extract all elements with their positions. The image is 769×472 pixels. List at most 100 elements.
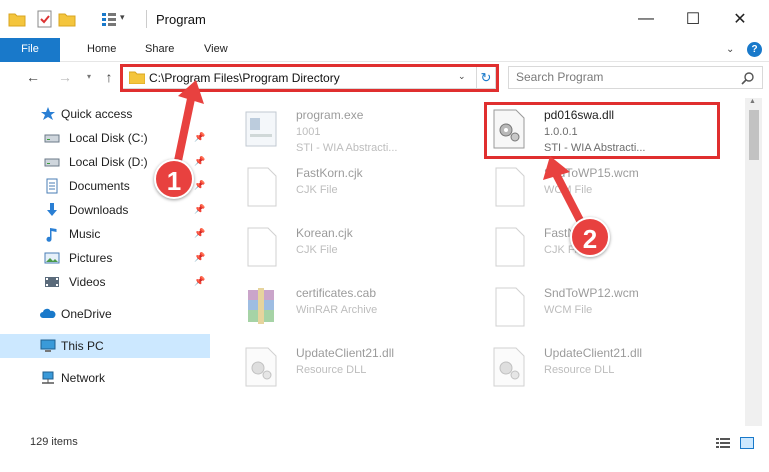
- sidebar-item-quick-access[interactable]: Quick access: [0, 102, 210, 126]
- file-name: UpdateClient21.dll: [296, 346, 395, 360]
- file-item-program-exe[interactable]: program.exe 1001 STI - WIA Abstracti...: [238, 104, 478, 158]
- winrar-icon: [248, 288, 274, 324]
- file-name: program.exe: [296, 108, 364, 122]
- file-item-certificates-cab[interactable]: certificates.cab WinRAR Archive: [238, 282, 478, 336]
- customize-toolbar-icon[interactable]: [100, 10, 118, 28]
- file-description: STI - WIA Abstracti...: [296, 142, 398, 154]
- address-dropdown-icon[interactable]: ⌄: [458, 71, 466, 82]
- expand-ribbon-icon[interactable]: ⌄: [726, 44, 734, 55]
- new-folder-icon[interactable]: [58, 10, 76, 28]
- file-list: program.exe 1001 STI - WIA Abstracti... …: [218, 98, 744, 426]
- sidebar-item-label: Downloads: [69, 203, 129, 217]
- computer-icon: [40, 339, 56, 352]
- forward-arrow-icon[interactable]: →: [56, 68, 74, 86]
- help-icon[interactable]: ?: [747, 42, 762, 57]
- sidebar-item-downloads[interactable]: Downloads 📌: [0, 198, 210, 222]
- tab-share[interactable]: Share: [145, 38, 174, 62]
- pin-icon[interactable]: 📌: [194, 204, 205, 216]
- dll-gear-icon: [493, 109, 525, 149]
- maximize-button[interactable]: ☐: [670, 0, 716, 38]
- sidebar-item-label: Network: [61, 371, 106, 385]
- pin-icon[interactable]: 📌: [194, 132, 205, 144]
- sidebar-item-label: Local Disk (D:): [69, 155, 148, 169]
- file-icon: [247, 167, 277, 207]
- sidebar-item-pictures[interactable]: Pictures 📌: [0, 246, 210, 270]
- videos-icon: [45, 277, 59, 287]
- file-name: SndToWP15.wcm: [544, 166, 639, 180]
- sidebar-item-videos[interactable]: Videos 📌: [0, 270, 210, 294]
- file-type: Resource DLL: [296, 364, 367, 376]
- network-icon: [42, 371, 54, 384]
- pin-icon[interactable]: 📌: [194, 156, 205, 168]
- sidebar-item-label: Local Disk (C:): [69, 131, 148, 145]
- file-type: CJK File: [296, 244, 338, 256]
- up-arrow-icon[interactable]: ↑: [100, 68, 118, 86]
- file-item-sndtowp12-wcm[interactable]: SndToWP12.wcm WCM File: [486, 282, 726, 336]
- tiles-view-icon[interactable]: [740, 437, 754, 449]
- tab-file[interactable]: File: [0, 38, 60, 62]
- sidebar-item-local-disk-c[interactable]: Local Disk (C:) 📌: [0, 126, 210, 150]
- recent-locations-icon[interactable]: ▾: [80, 68, 98, 86]
- pin-icon[interactable]: 📌: [194, 228, 205, 240]
- pin-icon[interactable]: 📌: [194, 252, 205, 264]
- scroll-up-icon[interactable]: ▲: [749, 98, 756, 105]
- sidebar-item-onedrive[interactable]: OneDrive: [0, 302, 210, 326]
- sidebar-item-this-pc[interactable]: This PC: [0, 334, 210, 358]
- address-bar[interactable]: C:\Program Files\Program Directory ⌄ ↻: [122, 66, 496, 89]
- file-item-korean-cjk[interactable]: Korean.cjk CJK File: [238, 222, 478, 276]
- properties-checkmark-icon[interactable]: [36, 10, 54, 28]
- tab-view[interactable]: View: [204, 38, 228, 62]
- file-version: 1001: [296, 126, 321, 138]
- folder-icon: [129, 71, 145, 84]
- close-button[interactable]: ✕: [717, 0, 763, 38]
- sidebar-item-label: Music: [69, 227, 101, 241]
- sidebar-item-music[interactable]: Music 📌: [0, 222, 210, 246]
- minimize-button[interactable]: —: [623, 0, 669, 38]
- file-explorer-window: ▾ Program — ☐ ✕ File Home Share View ⌄ ?…: [0, 0, 769, 472]
- details-view-icon[interactable]: [716, 437, 730, 449]
- sidebar-item-label: Documents: [69, 179, 130, 193]
- file-icon: [495, 227, 525, 267]
- star-icon: [41, 107, 55, 120]
- file-icon: [495, 167, 525, 207]
- sidebar-item-label: Pictures: [69, 251, 113, 265]
- file-item-sndtowp15-wcm[interactable]: SndToWP15.wcm WCM File: [486, 162, 726, 216]
- file-item-updateclient21-dll[interactable]: UpdateClient21.dll Resource DLL: [238, 342, 478, 396]
- folder-icon[interactable]: [8, 10, 26, 28]
- step-1-badge: 1: [154, 159, 194, 199]
- sidebar-item-label: This PC: [61, 339, 104, 353]
- refresh-icon[interactable]: ↻: [476, 67, 495, 88]
- pin-icon[interactable]: 📌: [194, 276, 205, 288]
- dll-gear-icon: [245, 347, 277, 387]
- exe-icon: [245, 111, 277, 147]
- title-bar: ▾ Program — ☐ ✕: [0, 0, 769, 38]
- documents-icon: [46, 178, 58, 194]
- search-box[interactable]: [508, 66, 763, 89]
- window-title: Program: [156, 12, 206, 27]
- file-item-fastkorn-cjk[interactable]: FastKorn.cjk CJK File: [238, 162, 478, 216]
- file-type: CJK File: [296, 184, 338, 196]
- pin-icon[interactable]: 📌: [194, 180, 205, 192]
- quick-access-dropdown-icon[interactable]: ▾: [120, 12, 130, 30]
- dll-gear-icon: [493, 347, 525, 387]
- vertical-scrollbar[interactable]: ▲: [745, 98, 762, 426]
- pictures-icon: [44, 252, 60, 264]
- scrollbar-thumb[interactable]: [749, 110, 759, 160]
- file-name: certificates.cab: [296, 286, 377, 300]
- sidebar-item-label: Quick access: [61, 107, 133, 121]
- drive-icon: [44, 134, 60, 143]
- back-arrow-icon[interactable]: ←: [24, 68, 42, 86]
- step-2-badge: 2: [570, 217, 610, 257]
- search-input[interactable]: [516, 70, 716, 84]
- music-icon: [46, 228, 57, 242]
- file-item-updateclient21-dll-2[interactable]: UpdateClient21.dll Resource DLL: [486, 342, 726, 396]
- file-item-pd016swa-dll[interactable]: pd016swa.dll 1.0.0.1 STI - WIA Abstracti…: [486, 104, 726, 158]
- file-icon: [495, 287, 525, 327]
- file-description: STI - WIA Abstracti...: [544, 142, 646, 154]
- search-icon[interactable]: [741, 71, 755, 85]
- tab-home[interactable]: Home: [87, 38, 116, 62]
- file-name: Korean.cjk: [296, 226, 353, 240]
- sidebar-item-network[interactable]: Network: [0, 366, 210, 390]
- address-path: C:\Program Files\Program Directory: [149, 71, 340, 85]
- drive-icon: [44, 158, 60, 167]
